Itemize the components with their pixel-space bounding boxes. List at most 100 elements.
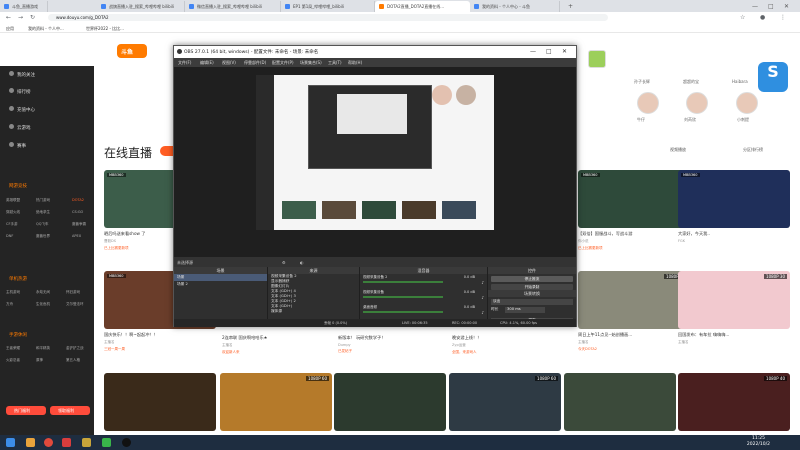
filters-icon[interactable]: ◐	[300, 260, 304, 265]
stream-card[interactable]: 1080P 40	[678, 373, 790, 431]
extension-icon[interactable]: ☆	[740, 14, 745, 21]
sidebar-sub[interactable]: 怀旧游戏	[66, 290, 80, 295]
stream-thumbnail[interactable]: 1080P 60	[220, 373, 332, 431]
stream-card[interactable]	[104, 373, 216, 431]
stream-card[interactable]: 1080P 40 周日上午11点见--始创播画... 主播名 今天DOTA2	[578, 271, 690, 352]
sidebar-sub[interactable]: 王者荣耀	[6, 346, 20, 351]
stream-title[interactable]: 晚安游上线！！	[452, 335, 564, 341]
url-input[interactable]: www.douyu.com/g_DOTA2	[48, 14, 608, 21]
sidebar-section-title[interactable]: 手游休闲	[9, 332, 27, 338]
streamer-name[interactable]: 你小说	[578, 239, 690, 244]
stream-thumbnail[interactable]: 1080P 30	[678, 271, 790, 329]
obs-menu-help[interactable]: 帮助(H)	[348, 60, 362, 66]
sidebar-sub[interactable]: 绝地求生	[36, 210, 50, 215]
obs-menu-tools[interactable]: 工具(T)	[328, 60, 342, 66]
hot-welfare-button[interactable]: 热门福利	[6, 406, 46, 415]
transition-select[interactable]: 淡出	[491, 299, 573, 305]
duration-input[interactable]: 300 ms	[505, 307, 545, 313]
windows-start-icon[interactable]	[6, 438, 15, 447]
volume-meter[interactable]	[363, 311, 443, 313]
sidebar-item-recharge[interactable]: 充值中心	[9, 106, 35, 113]
back-icon[interactable]: ←	[6, 14, 11, 21]
forward-icon[interactable]: →	[18, 14, 23, 21]
sidebar-section-title[interactable]: 网游竞技	[9, 183, 27, 189]
obs-menu-view[interactable]: 视图(V)	[222, 60, 236, 66]
obs-menu-file[interactable]: 文件(F)	[178, 60, 191, 66]
sidebar-item-follow[interactable]: 我的关注	[9, 71, 35, 78]
obs-preview-canvas[interactable]	[174, 67, 576, 257]
file-explorer-icon[interactable]	[26, 438, 35, 447]
sidebar-sub[interactable]: 和平精英	[36, 346, 50, 351]
sidebar-sub[interactable]: 热门游戏	[36, 198, 50, 203]
avatar[interactable]	[686, 92, 708, 114]
obs-window[interactable]: OBS 27.0.1 (64 bit, windows) - 配置文件: 未命名…	[173, 45, 577, 327]
stream-title[interactable]: 大家好，今天我..	[678, 231, 790, 237]
app-icon[interactable]	[62, 438, 71, 447]
speaker-icon[interactable]: ♪	[481, 295, 484, 300]
sidebar-sub[interactable]: 魔兽争霸	[72, 222, 86, 227]
streamer-name[interactable]: 主播名	[104, 340, 216, 345]
streamer-name[interactable]: 主播名	[222, 343, 334, 348]
link-rank[interactable]: 分区排行榜	[743, 147, 763, 153]
streamer-name[interactable]: Zyp运营	[452, 343, 564, 348]
stream-card[interactable]: 1080P 60	[220, 373, 332, 431]
sidebar-sub[interactable]: 金铲铲之战	[66, 346, 84, 351]
new-tab-button[interactable]: +	[568, 3, 573, 10]
profile-icon[interactable]: ●	[760, 14, 765, 21]
speaker-icon[interactable]: ♪	[481, 280, 484, 285]
stream-card[interactable]: 新版本！ 玩研究数学子！ Dumpy 已发帖子	[338, 332, 450, 354]
sidebar-sub[interactable]: CS:GO	[72, 210, 83, 214]
source-item[interactable]: 媒体源	[268, 309, 359, 314]
mixer-channel[interactable]: 桌面音频 0.0 dB ♪	[360, 304, 487, 319]
sidebar-sub[interactable]: DOTA2	[72, 198, 84, 202]
browser-tab[interactable]: 战旗直播入驻_搜索_哔哩哔哩 bilibili	[97, 1, 185, 12]
browser-tab[interactable]: 斗鱼_直播游戏	[0, 1, 48, 12]
volume-meter[interactable]	[363, 296, 443, 298]
link-video[interactable]: 视频播放	[670, 147, 686, 153]
site-logo[interactable]: 斗鱼	[117, 44, 147, 58]
sidebar-sub[interactable]: 英雄联盟	[6, 198, 20, 203]
stream-card[interactable]: 2连串联 国庆啊哈哈乐★ 主播名 欢迎新人来	[222, 332, 334, 355]
app-icon[interactable]	[82, 438, 91, 447]
stop-streaming-button[interactable]: 停止推流	[491, 276, 573, 282]
avatar[interactable]	[637, 92, 659, 114]
stream-thumbnail[interactable]: 1080P 40	[678, 373, 790, 431]
sidebar-sub[interactable]: 原神	[36, 358, 43, 363]
chrome-icon[interactable]	[44, 438, 53, 447]
stream-title[interactable]: 周日上午11点见--始创播画...	[578, 332, 690, 338]
stream-card[interactable]: 1080P 30 回国发布：有车拉 嗨嗨嗨... 主播名	[678, 271, 790, 345]
close-icon[interactable]: ✕	[784, 3, 789, 10]
stream-title[interactable]: 2连串联 国庆啊哈哈乐★	[222, 335, 334, 341]
avatar[interactable]	[736, 92, 758, 114]
sidebar-sub[interactable]: QQ飞车	[36, 222, 49, 227]
browser-tab[interactable]: 微信直播入驻_搜索_哔哩哔哩 bilibili	[185, 1, 281, 12]
browser-tab[interactable]: 我的资料 - 个人中心 - 斗鱼	[470, 1, 560, 12]
stream-thumbnail[interactable]: 1080P 60	[449, 373, 561, 431]
obs-menu-profile[interactable]: 配置文件(P)	[272, 60, 294, 66]
sidebar-sub[interactable]: 魔兽世界	[36, 234, 50, 239]
sidebar-sub[interactable]: 方舟	[6, 302, 13, 307]
stream-title[interactable]: 【双倍】国服战斗，写战斗游	[578, 231, 690, 237]
sidebar-section-title[interactable]: 单机热游	[9, 276, 27, 282]
sidebar-sub[interactable]: 第五人格	[66, 358, 80, 363]
sidebar-sub[interactable]: 艾尔登法环	[66, 302, 84, 307]
reload-icon[interactable]: ↻	[30, 14, 35, 21]
stream-title[interactable]: 国庆快乐！！啊~起起冲！！	[104, 332, 216, 338]
stream-title[interactable]: 回国发布：有车拉 嗨嗨嗨...	[678, 332, 790, 338]
streamer-name[interactable]: FGK	[678, 239, 790, 243]
bookmark-item[interactable]: 世界杯2022 - 比比...	[86, 26, 124, 32]
stream-title[interactable]: 新版本！ 玩研究数学子！	[338, 335, 450, 341]
sidebar-item-match[interactable]: 赛事	[9, 142, 26, 149]
sidebar-sub[interactable]: CF手游	[6, 222, 17, 227]
sidebar-sub[interactable]: 永劫无间	[36, 290, 50, 295]
sidebar-sub[interactable]: 穿越火线	[6, 210, 20, 215]
mixer-channel[interactable]: 视频采集设备 0.0 dB ♪	[360, 289, 487, 304]
obs-close-icon[interactable]: ✕	[562, 48, 567, 55]
obs-maximize-icon[interactable]: □	[546, 48, 552, 55]
sidebar-item-cloudgame[interactable]: 云游戏	[9, 124, 31, 131]
streamer-name[interactable]: 主播名	[678, 340, 790, 345]
browser-tab[interactable]: EP1 第1局_哔哩哔哩_bilibili	[281, 1, 375, 12]
s-logo-badge[interactable]: S	[758, 62, 788, 92]
stream-thumbnail[interactable]: 1080P 40	[578, 271, 690, 329]
stream-thumbnail[interactable]	[564, 373, 676, 431]
